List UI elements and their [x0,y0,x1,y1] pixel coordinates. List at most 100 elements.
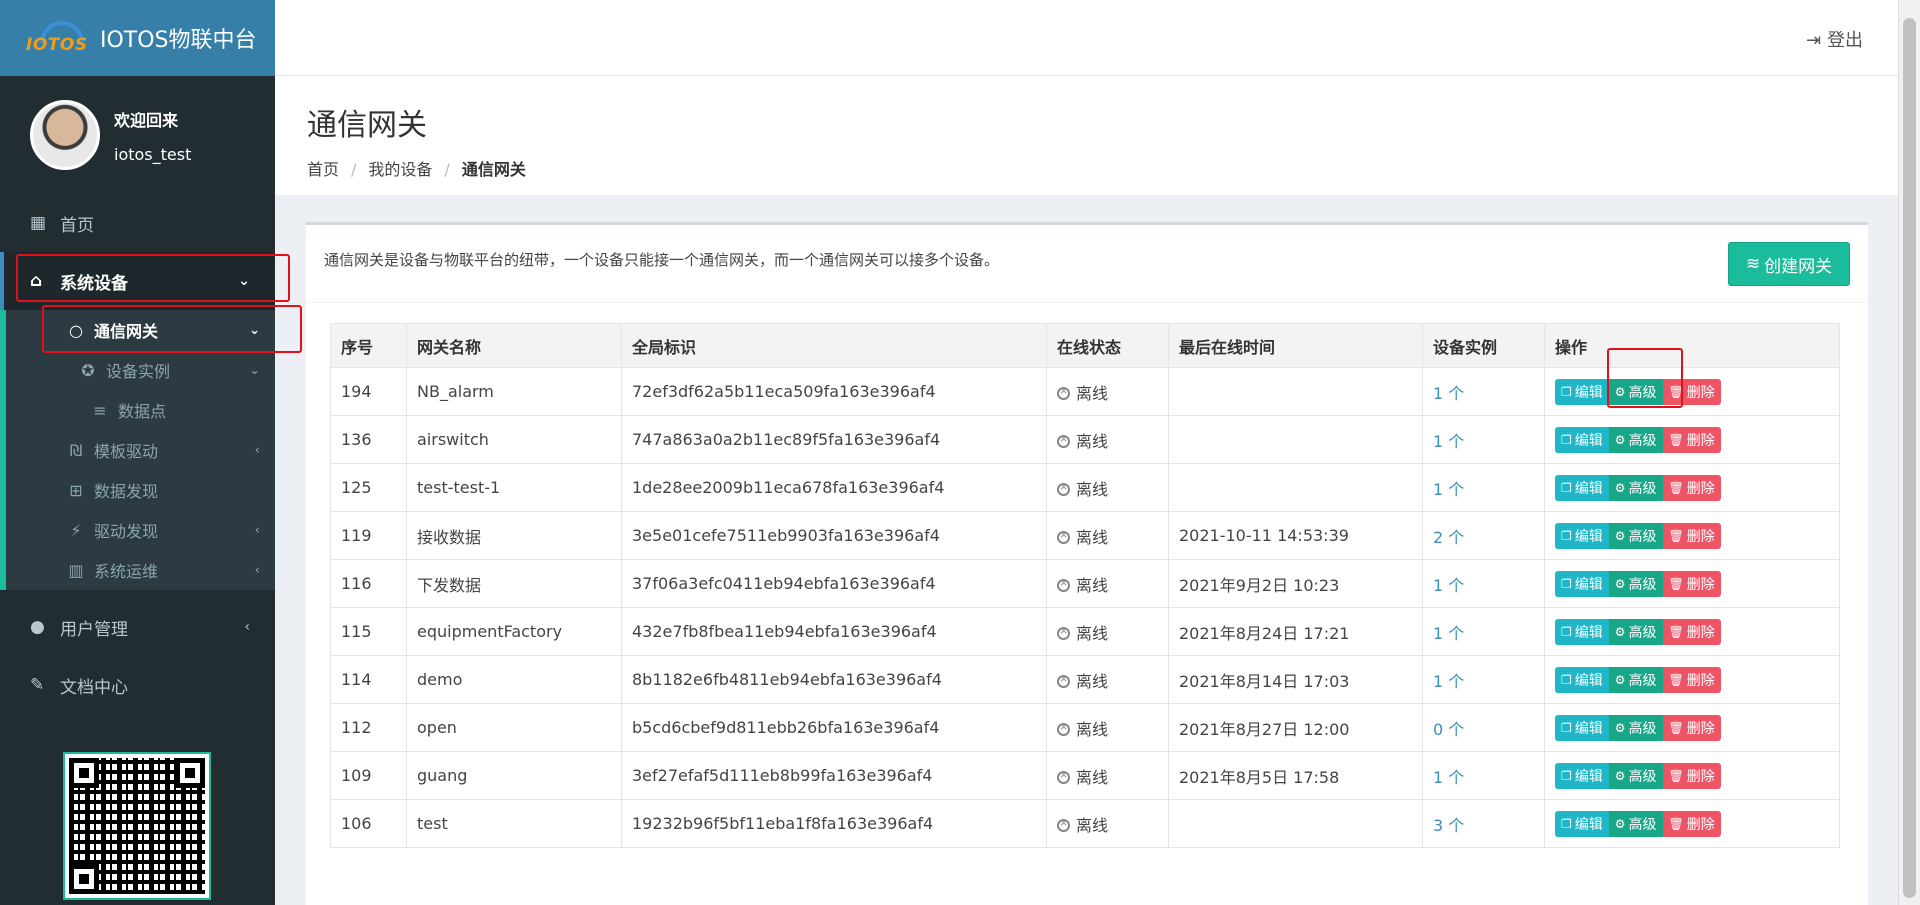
delete-button[interactable]: 🗑 删除 [1662,666,1721,693]
cell-name: open [406,703,622,752]
cell-last-online [1168,799,1423,848]
copy-icon: ❐ [1561,816,1572,831]
edit-button[interactable]: ❐ 编辑 [1555,426,1609,453]
advanced-button[interactable]: ⚙ 高级 [1608,618,1663,645]
description-text: 通信网关是设备与物联平台的纽带，一个设备只能接一个通信网关，而一个通信网关可以接… [324,251,1000,269]
sidebar-item-driver-discovery[interactable]: ⚡ 驱动发现 ‹ [6,510,275,550]
cell-id: 114 [330,655,407,704]
delete-button[interactable]: 🗑 删除 [1662,474,1721,501]
advanced-button[interactable]: ⚙ 高级 [1608,522,1663,549]
plug-icon: ⚡ [70,520,82,540]
cell-actions: ❐ 编辑 ⚙ 高级 🗑 删除 [1544,559,1840,608]
instances-link[interactable]: 1 个 [1433,384,1464,403]
cell-status: 离线 [1046,751,1169,800]
cell-instances: 1 个 [1422,367,1545,416]
delete-button[interactable]: 🗑 删除 [1662,810,1721,837]
advanced-button[interactable]: ⚙ 高级 [1608,666,1663,693]
delete-button[interactable]: 🗑 删除 [1662,426,1721,453]
trash-icon: 🗑 [1668,432,1684,447]
gears-icon: ⚙ [1614,720,1626,735]
table-row: 109 guang 3ef27efaf5d111eb8b99fa163e396a… [330,751,1840,800]
advanced-button[interactable]: ⚙ 高级 [1608,714,1663,741]
col-status: 在线状态 [1046,323,1169,368]
delete-button[interactable]: 🗑 删除 [1662,762,1721,789]
box-header: 通信网关是设备与物联平台的纽带，一个设备只能接一个通信网关，而一个通信网关可以接… [306,225,1868,303]
cell-status: 离线 [1046,511,1169,560]
chevron-left-icon: ‹ [244,619,250,635]
cell-name: airswitch [406,415,622,464]
edit-button[interactable]: ❐ 编辑 [1555,762,1609,789]
chevron-left-icon: ‹ [254,522,260,538]
cell-id: 119 [330,511,407,560]
cell-id: 194 [330,367,407,416]
advanced-button[interactable]: ⚙ 高级 [1608,474,1663,501]
sidebar-item-docs[interactable]: ✎ 文档中心 [0,656,275,714]
cell-actions: ❐ 编辑 ⚙ 高级 🗑 删除 [1544,607,1840,656]
cell-instances: 1 个 [1422,607,1545,656]
offline-icon [1057,624,1070,640]
bar-chart-icon: ▥ [68,560,84,580]
cell-status: 离线 [1046,799,1169,848]
logout-button[interactable]: ⇥ 登出 [1806,26,1863,52]
user-panel: 欢迎回来 iotos_test [0,76,275,194]
gears-icon: ⚙ [1614,384,1626,399]
cell-actions: ❐ 编辑 ⚙ 高级 🗑 删除 [1544,751,1840,800]
breadcrumb-home[interactable]: 首页 [307,160,339,179]
table-row: 114 demo 8b1182e6fb4811eb94ebfa163e396af… [330,655,1840,704]
offline-icon [1057,432,1070,448]
edit-button[interactable]: ❐ 编辑 [1555,522,1609,549]
edit-button[interactable]: ❐ 编辑 [1555,810,1609,837]
col-last-online: 最后在线时间 [1168,323,1423,368]
delete-button[interactable]: 🗑 删除 [1662,618,1721,645]
sidebar-item-system-ops[interactable]: ▥ 系统运维 ‹ [6,550,275,590]
edit-button[interactable]: ❐ 编辑 [1555,714,1609,741]
sidebar-item-home[interactable]: ▦ 首页 [0,194,275,252]
sidebar-item-device-instance[interactable]: ✪ 设备实例 ⌄ [6,350,275,390]
instances-link[interactable]: 0 个 [1433,720,1464,739]
edit-button[interactable]: ❐ 编辑 [1555,666,1609,693]
sidebar-item-datapoint[interactable]: ≡ 数据点 [6,390,275,430]
scrollbar[interactable] [1898,0,1920,905]
advanced-button[interactable]: ⚙ 高级 [1608,570,1663,597]
template-icon: ₪ [69,440,83,460]
instances-link[interactable]: 1 个 [1433,624,1464,643]
instances-link[interactable]: 3 个 [1433,816,1464,835]
advanced-button[interactable]: ⚙ 高级 [1608,762,1663,789]
cell-name: guang [406,751,622,800]
instances-link[interactable]: 1 个 [1433,576,1464,595]
create-gateway-button[interactable]: ≋ 创建网关 [1728,242,1850,286]
sidebar-item-gateway[interactable]: ○ 通信网关 ⌄ [6,310,275,350]
sidebar-item-user-mgmt[interactable]: ● 用户管理 ‹ [0,598,275,656]
cell-uuid: 72ef3df62a5b11eca509fa163e396af4 [621,367,1047,416]
instances-link[interactable]: 2 个 [1433,528,1464,547]
delete-button[interactable]: 🗑 删除 [1662,522,1721,549]
delete-button[interactable]: 🗑 删除 [1662,714,1721,741]
delete-button[interactable]: 🗑 删除 [1662,570,1721,597]
advanced-button[interactable]: ⚙ 高级 [1608,426,1663,453]
advanced-button[interactable]: ⚙ 高级 [1608,378,1663,405]
breadcrumb-my-devices[interactable]: 我的设备 [368,160,432,179]
cell-instances: 1 个 [1422,559,1545,608]
sidebar-item-system-devices[interactable]: ⌂ 系统设备 ⌄ [0,252,275,310]
sidebar-item-template-driver[interactable]: ₪ 模板驱动 ‹ [6,430,275,470]
cell-status: 离线 [1046,367,1169,416]
gears-icon: ⚙ [1614,624,1626,639]
cell-name: 下发数据 [406,559,622,608]
edit-button[interactable]: ❐ 编辑 [1555,618,1609,645]
cell-actions: ❐ 编辑 ⚙ 高级 🗑 删除 [1544,799,1840,848]
instances-link[interactable]: 1 个 [1433,768,1464,787]
edit-button[interactable]: ❐ 编辑 [1555,474,1609,501]
logo-bar[interactable]: IOTOS IOTOS物联中台 [0,0,275,76]
cell-actions: ❐ 编辑 ⚙ 高级 🗑 删除 [1544,415,1840,464]
delete-button[interactable]: 🗑 删除 [1662,378,1721,405]
table-row: 112 open b5cd6cbef9d811ebb26bfa163e396af… [330,703,1840,752]
instances-link[interactable]: 1 个 [1433,432,1464,451]
edit-button[interactable]: ❐ 编辑 [1555,378,1609,405]
edit-button[interactable]: ❐ 编辑 [1555,570,1609,597]
instances-link[interactable]: 1 个 [1433,480,1464,499]
advanced-button[interactable]: ⚙ 高级 [1608,810,1663,837]
sidebar-item-data-discovery[interactable]: ⊞ 数据发现 [6,470,275,510]
gateway-table: 序号 网关名称 全局标识 在线状态 最后在线时间 设备实例 操作 194 NB_… [330,323,1840,848]
top-navbar: ⇥ 登出 [275,0,1898,75]
instances-link[interactable]: 1 个 [1433,672,1464,691]
